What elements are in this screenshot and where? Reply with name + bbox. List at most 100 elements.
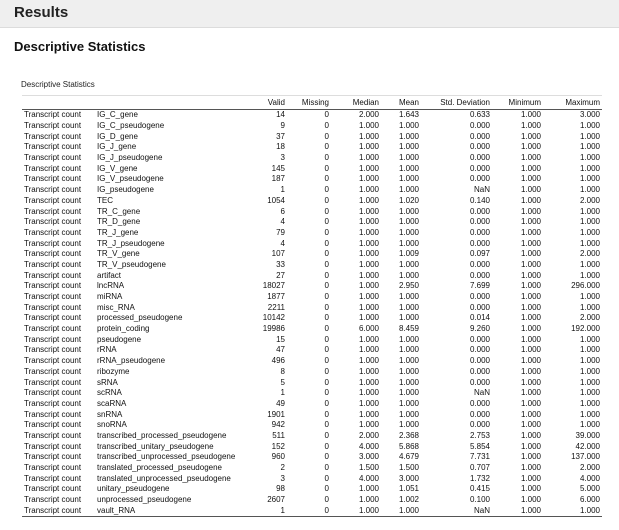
table-cell: 0 (324, 195, 329, 205)
table-row: Transcript count transcribed_unitary_pseu… (22, 441, 602, 452)
table-cell: 1.000 (520, 227, 541, 237)
table-cell: snoRNA (97, 420, 127, 430)
table-cell: Transcript count (24, 259, 82, 269)
table-cell: 1.000 (358, 302, 379, 312)
table-cell: 1.000 (520, 366, 541, 376)
table-cell: 0 (324, 153, 329, 163)
table-cell: pseudogene (97, 334, 142, 344)
table-cell: Transcript count (24, 430, 82, 440)
table-cell: 1.000 (358, 249, 379, 259)
table-cell: TR_J_gene (97, 227, 139, 237)
table-cell: 7.699 (469, 281, 490, 291)
table-cell: IG_D_gene (97, 131, 138, 141)
table-cell: Transcript count (24, 227, 82, 237)
table-cell: 0 (324, 227, 329, 237)
table-cell: 1.000 (358, 153, 379, 163)
table-cell: Transcript count (24, 313, 82, 323)
table-cell: 1.000 (520, 163, 541, 173)
table-cell: 6.000 (358, 324, 379, 334)
table-row: Transcript count TR_J_pseudogene 4 0 1.000 1.… (22, 238, 602, 249)
table-cell: 960 (271, 452, 285, 462)
table-cell: 1 (280, 185, 285, 195)
table-row: Transcript count IG_J_gene 18 0 1.000 1.000 0.… (22, 142, 602, 153)
table-cell: 1.000 (398, 313, 419, 323)
table-cell: 1.000 (520, 409, 541, 419)
table-row: Transcript count ribozyme 8 0 1.000 1.000 0.00… (22, 367, 602, 378)
table-cell: 1.000 (358, 398, 379, 408)
table-cell: 19986 (262, 324, 285, 334)
table-cell: 1.000 (520, 334, 541, 344)
table-cell: 0.140 (469, 195, 490, 205)
table-cell: 1.000 (358, 313, 379, 323)
table-cell: 0.000 (469, 409, 490, 419)
table-cell: 1.000 (579, 334, 600, 344)
table-cell: 1.009 (398, 249, 419, 259)
table-row: Transcript count IG_pseudogene 1 0 1.000 1.00… (22, 185, 602, 196)
table-row: Transcript count misc_RNA 2211 0 1.000 1.000 0… (22, 302, 602, 313)
table-cell: 1.000 (579, 131, 600, 141)
table-row: Transcript count protein_coding 19986 0 6.00… (22, 324, 602, 335)
table-row: Transcript count translated_unprocessed_p… (22, 473, 602, 484)
column-header: Minimum (492, 95, 543, 110)
table-cell: 1.000 (358, 227, 379, 237)
table-cell: 1.000 (398, 270, 419, 280)
table-cell: 0 (324, 142, 329, 152)
table-cell: 0.000 (469, 227, 490, 237)
table-row: Transcript count pseudogene 15 0 1.000 1.000 0… (22, 334, 602, 345)
table-cell: 9.260 (469, 324, 490, 334)
table-row: Transcript count IG_D_gene 37 0 1.000 1.000 0.… (22, 131, 602, 142)
table-row: Transcript count IG_C_pseudogene 9 0 1.000 1.… (22, 121, 602, 132)
table-cell: 0 (324, 452, 329, 462)
table-cell: 1.000 (579, 292, 600, 302)
table-cell: 0.100 (469, 495, 490, 505)
table-cell: 1.000 (398, 206, 419, 216)
table-cell: 0.633 (469, 110, 490, 120)
table-cell: Transcript count (24, 441, 82, 451)
table-cell: 4.000 (579, 473, 600, 483)
table-cell: 7.731 (469, 452, 490, 462)
table-cell: 1.000 (520, 473, 541, 483)
table-cell: 0 (324, 495, 329, 505)
table-cell: transcribed_unprocessed_pseudogene (97, 452, 236, 462)
table-row: Transcript count artifact 27 0 1.000 1.000 0.0… (22, 270, 602, 281)
table-row: Transcript count TR_V_gene 107 0 1.000 1.009 0… (22, 249, 602, 260)
table-cell: 1.000 (520, 495, 541, 505)
descriptive-statistics-table: Valid Missing Median Mean Std. Deviation Mini… (22, 95, 602, 518)
table-cell: 0 (324, 398, 329, 408)
table-cell: 0 (324, 121, 329, 131)
table-cell: 1.000 (398, 420, 419, 430)
table-cell: 145 (271, 163, 285, 173)
table-cell: ribozyme (97, 366, 130, 376)
table-cell: Transcript count (24, 495, 82, 505)
table-cell: 0 (324, 313, 329, 323)
table-cell: 1.000 (331, 505, 381, 518)
table-cell: 4.000 (358, 473, 379, 483)
table-cell: 0 (324, 484, 329, 494)
table-cell: Transcript count (24, 345, 82, 355)
table-cell: 0 (324, 356, 329, 366)
table-cell: 1.000 (358, 281, 379, 291)
table-row: Transcript count lncRNA 18027 0 1.000 2.950 7.… (22, 281, 602, 292)
table-cell: 1901 (267, 409, 285, 419)
table-cell: NaN (473, 388, 490, 398)
table-cell: 1.000 (358, 121, 379, 131)
table-cell: 39.000 (575, 430, 600, 440)
table-cell: 1.000 (579, 420, 600, 430)
table-cell: processed_pseudogene (97, 313, 183, 323)
table-cell: 1.000 (520, 313, 541, 323)
table-row: Transcript count processed_pseudogene 1014… (22, 313, 602, 324)
table-cell: 187 (271, 174, 285, 184)
table-cell: 2.000 (358, 110, 379, 120)
table-cell: 1.000 (358, 495, 379, 505)
table-cell: 1.000 (358, 377, 379, 387)
table-cell: 1.000 (579, 163, 600, 173)
table-cell: scRNA (97, 388, 122, 398)
table-row: Transcript count unprocessed_pseudogene 26… (22, 495, 602, 506)
table-cell: Transcript count (24, 484, 82, 494)
table-cell: 0.000 (469, 238, 490, 248)
table-cell: 0 (324, 334, 329, 344)
table-cell: 1.000 (579, 185, 600, 195)
table-row: Transcript count scaRNA 49 0 1.000 1.000 0.000… (22, 399, 602, 410)
table-cell: miRNA (97, 292, 123, 302)
table-cell: 1.000 (398, 238, 419, 248)
